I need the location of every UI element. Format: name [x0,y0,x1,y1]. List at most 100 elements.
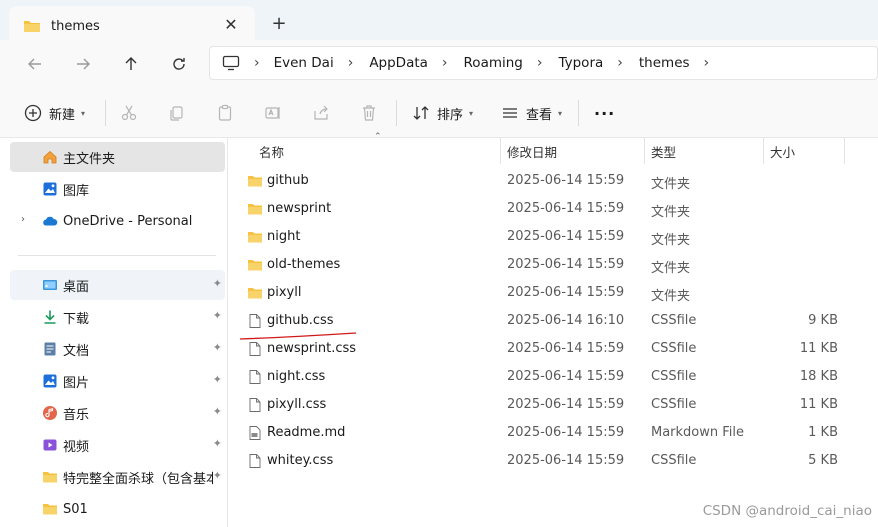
sidebar-item-label: 图片 [63,375,90,391]
breadcrumb-separator[interactable]: › [704,55,710,71]
address-bar[interactable]: › Even Dai › AppData › Roaming › Typora … [209,46,878,80]
sidebar-item-folder[interactable]: 特完整全面杀球（包含基本: ✦ [10,462,225,492]
sidebar-item-desktop[interactable]: 桌面 ✦ [10,270,225,300]
sidebar-item-label: 主文件夹 [63,151,116,167]
sidebar-item-music[interactable]: 音乐 ✦ [10,398,225,428]
breadcrumb-even-dai[interactable]: Even Dai [274,55,334,71]
forward-button[interactable] [69,50,97,78]
folder-icon [248,288,262,299]
refresh-button[interactable] [165,50,193,78]
back-button[interactable] [21,50,49,78]
sidebar-item-label: 文档 [63,343,90,359]
file-row[interactable]: Readme.md 2025-06-14 15:59 Markdown File 1 … [239,419,878,447]
file-icon [249,314,261,328]
sidebar-item-downloads[interactable]: 下载 ✦ [10,302,225,332]
column-size[interactable]: 大小 [770,142,795,161]
breadcrumb-roaming[interactable]: Roaming [464,55,523,71]
desktop-icon [43,280,57,290]
pin-icon[interactable]: ✦ [213,277,222,290]
folder-row[interactable]: night 2025-06-14 15:59 文件夹 [239,223,878,251]
file-size: 18 KB [799,369,838,384]
file-name: night.css [267,369,326,384]
close-tab-icon[interactable]: ✕ [221,15,241,35]
share-icon [314,105,328,120]
file-name: pixyll.css [267,397,327,412]
column-divider[interactable] [844,138,845,164]
folder-row[interactable]: newsprint 2025-06-14 15:59 文件夹 [239,195,878,223]
file-size: 9 KB [808,313,838,328]
folder-row[interactable]: github 2025-06-14 15:59 文件夹 [239,167,878,195]
file-name: old-themes [267,257,341,272]
breadcrumb-themes[interactable]: themes [639,55,690,71]
expand-chevron-icon[interactable]: › [21,214,25,225]
sidebar-item-home[interactable]: 主文件夹 [10,142,225,172]
file-modified: 2025-06-14 15:59 [507,173,625,188]
sidebar-item-videos[interactable]: 视频 ✦ [10,430,225,460]
file-modified: 2025-06-14 15:59 [507,285,625,300]
pictures-icon [43,374,57,388]
sidebar-item-onedrive[interactable]: › OneDrive - Personal [10,206,225,236]
view-button[interactable]: 查看 ▾ [501,100,562,126]
breadcrumb-typora[interactable]: Typora [558,55,603,71]
column-name[interactable]: 名称 [259,142,284,161]
pin-icon[interactable]: ✦ [213,309,222,322]
breadcrumb-separator[interactable]: › [537,55,543,71]
download-icon [44,310,56,324]
music-icon [43,406,57,420]
breadcrumb-appdata[interactable]: AppData [369,55,428,71]
breadcrumb-separator[interactable]: › [442,55,448,71]
folder-icon [43,504,57,515]
up-button[interactable] [117,50,145,78]
new-tab-button[interactable]: + [268,13,290,35]
sidebar-item-gallery[interactable]: 图库 [10,174,225,204]
file-type: Markdown File [651,425,745,440]
sort-ascending-icon: ⌃ [374,132,382,142]
sort-button[interactable]: 排序 ▾ [412,100,473,126]
column-divider[interactable] [500,138,501,164]
sidebar-item-pictures[interactable]: 图片 ✦ [10,366,225,396]
sort-icon [413,106,429,120]
trash-icon [363,105,375,121]
file-size: 5 KB [808,453,838,468]
file-row[interactable]: night.css 2025-06-14 15:59 CSSfile 18 KB [239,363,878,391]
new-button[interactable]: 新建 ▾ [24,100,85,126]
gallery-icon [43,182,57,196]
sidebar-item-label: 特完整全面杀球（包含基本: [63,471,213,487]
pin-icon[interactable]: ✦ [213,437,222,450]
sidebar-item-documents[interactable]: 文档 ✦ [10,334,225,364]
cut-button[interactable] [118,102,140,124]
pin-icon[interactable]: ✦ [213,469,222,482]
file-modified: 2025-06-14 15:59 [507,229,625,244]
command-bar: 新建 ▾ 排序 ▾ 查看 ▾ ··· [0,88,878,138]
paste-button[interactable] [214,102,236,124]
pin-icon[interactable]: ✦ [213,405,222,418]
sidebar-item-label: OneDrive - Personal [63,213,193,229]
file-name: github [267,173,309,188]
rename-button[interactable] [262,102,284,124]
column-modified[interactable]: 修改日期 [507,142,557,161]
copy-button[interactable] [166,102,188,124]
column-divider[interactable] [763,138,764,164]
delete-button[interactable] [358,102,380,124]
column-type[interactable]: 类型 [651,142,676,161]
pin-icon[interactable]: ✦ [213,341,222,354]
folder-row[interactable]: old-themes 2025-06-14 15:59 文件夹 [239,251,878,279]
folder-row[interactable]: pixyll 2025-06-14 15:59 文件夹 [239,279,878,307]
chevron-down-icon: ▾ [469,108,474,118]
breadcrumb-separator[interactable]: › [348,55,354,71]
toolbar-divider [578,100,579,126]
column-divider[interactable] [644,138,645,164]
copy-icon [170,106,183,121]
file-modified: 2025-06-14 15:59 [507,257,625,272]
pin-icon[interactable]: ✦ [213,373,222,386]
file-row[interactable]: whitey.css 2025-06-14 15:59 CSSfile 5 KB [239,447,878,475]
file-modified: 2025-06-14 15:59 [507,369,625,384]
breadcrumb-separator[interactable]: › [617,55,623,71]
more-options-button[interactable]: ··· [594,100,615,126]
documents-icon [44,342,56,356]
sidebar-item-s01[interactable]: S01 [10,494,225,524]
share-button[interactable] [310,102,332,124]
file-modified: 2025-06-14 15:59 [507,425,625,440]
file-row[interactable]: pixyll.css 2025-06-14 15:59 CSSfile 11 KB [239,391,878,419]
folder-icon [248,204,262,215]
